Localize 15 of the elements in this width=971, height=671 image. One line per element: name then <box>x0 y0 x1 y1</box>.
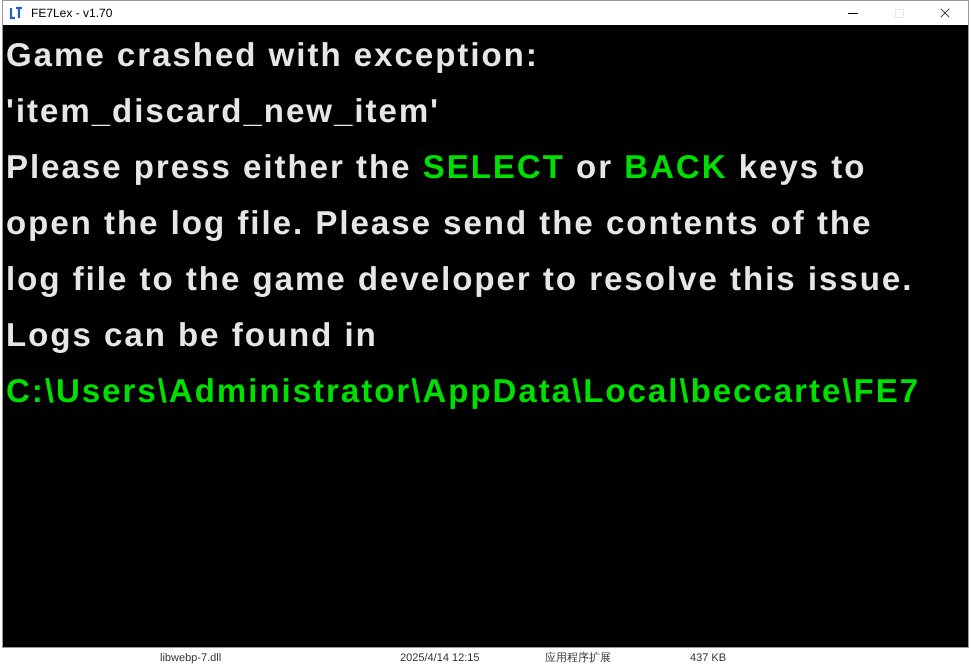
app-logo-icon <box>9 6 23 20</box>
message-line: Game crashed with exception: <box>5 35 540 75</box>
file-type: 应用程序扩展 <box>545 650 612 666</box>
file-name: libwebp-7.dll <box>160 650 222 666</box>
maximize-icon <box>894 8 904 18</box>
message-line: open the log file. Please send the contents of the <box>5 203 874 243</box>
message-line: Logs can be found in <box>5 315 379 355</box>
message-line: Please press either the SELECT or BACK keys to <box>5 147 868 187</box>
window-title: FE7Lex - v1.70 <box>31 5 112 22</box>
file-size: 437 KB <box>690 650 726 666</box>
message-line: log file to the game developer to resolve this issue. <box>5 259 914 299</box>
message-line: 'item_discard_new_item' <box>5 91 442 131</box>
file-date: 2025/4/14 12:15 <box>400 650 481 666</box>
message-line: C:\Users\Administrator\AppData\Local\beccarte\FE7 <box>5 371 922 411</box>
minimize-icon <box>848 12 858 14</box>
